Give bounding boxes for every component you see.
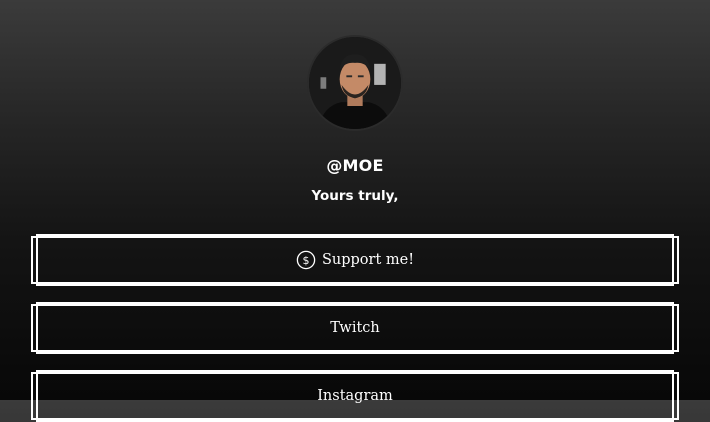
twitch-button[interactable]: Twitch: [31, 302, 679, 354]
dollar-circle-icon: $: [296, 250, 316, 270]
instagram-button[interactable]: Instagram: [31, 370, 679, 422]
profile-avatar: [307, 35, 403, 131]
twitch-label: Twitch: [330, 320, 380, 336]
profile-tagline: Yours truly,: [311, 188, 399, 204]
avatar-photo: [309, 37, 401, 129]
profile-username: @MOE: [326, 156, 384, 175]
support-me-button[interactable]: $ Support me!: [31, 234, 679, 286]
svg-text:$: $: [302, 254, 309, 267]
support-me-label: Support me!: [321, 252, 415, 268]
instagram-label: Instagram: [317, 388, 393, 404]
